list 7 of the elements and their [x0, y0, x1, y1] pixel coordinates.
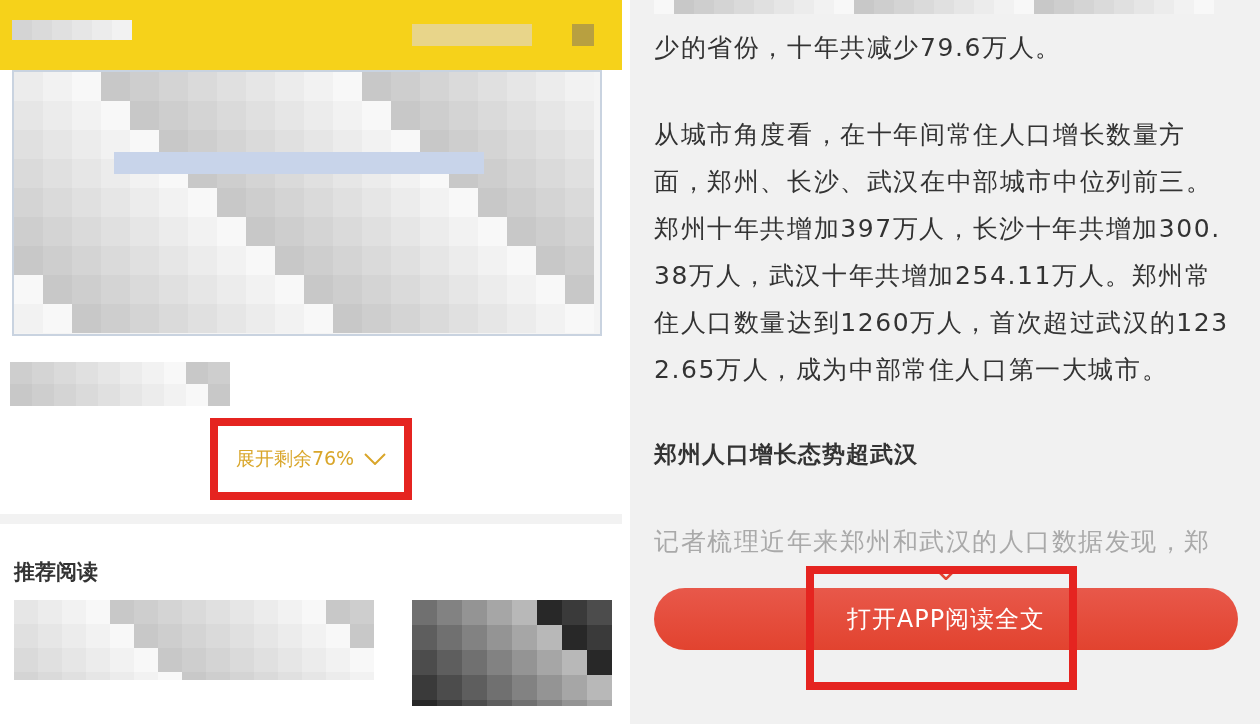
chevron-down-icon [364, 453, 387, 465]
section-title: 推荐阅读 [14, 559, 99, 586]
open-app-button[interactable]: 打开APP阅读全文 [654, 588, 1238, 650]
article-paragraph: 少的省份，十年共减少79.6万人。 [654, 32, 1063, 64]
expand-link[interactable]: 展开剩余76% [227, 440, 395, 478]
section-heading: 郑州人口增长态势超武汉 [654, 440, 919, 469]
article-paragraph: 从城市角度看，在十年间常住人口增长数量方面，郑州、长沙、武汉在中部城市中位列前三。郑州十年共增加397万人，长沙十年共增加300.38万人，武汉十年共增加254.11万人。郑州常住人口数量达到1260万人，首次超过武汉的1232.65万人，成为中部常住人口第一大城市。 [654, 119, 1230, 386]
